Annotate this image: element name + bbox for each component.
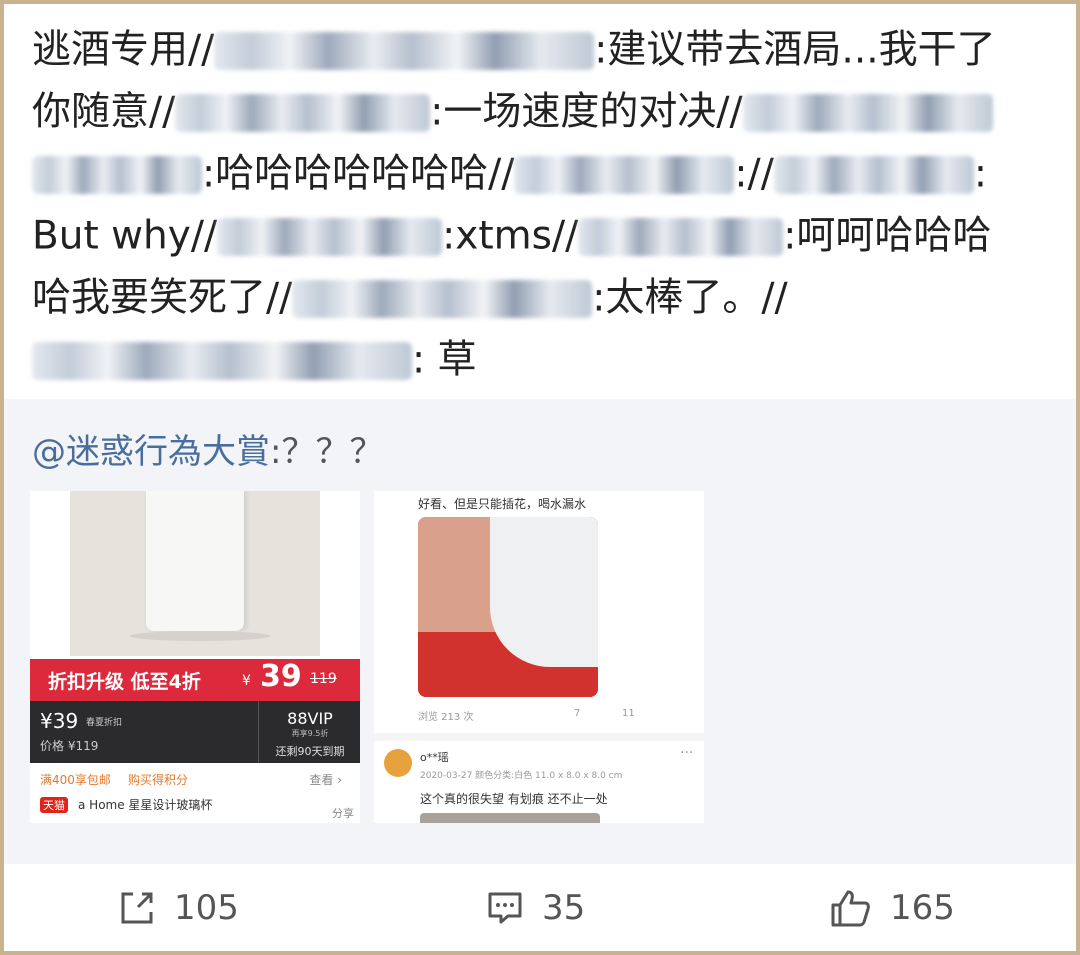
post-line: 哈我要笑死了// :太棒了。// [32,266,1042,328]
comment-count: 35 [542,888,586,928]
shipping-note: 满400享包邮 [40,773,111,787]
more-options-icon: ··· [680,745,694,761]
blurred-username [773,155,974,194]
post-line: : 草 [32,328,1042,390]
current-price: ¥39 [40,709,79,733]
product-info: 满400享包邮 购买得积分 查看 › 天猫 a Home 星星设计玻璃杯 分享 [30,763,360,823]
share-count: 105 [174,888,239,928]
post-text-segment: :哈哈哈哈哈哈哈// [202,151,515,197]
comment-button[interactable]: 35 [486,884,585,932]
like-count-small: 11 [622,708,635,719]
vip-box: 88VIP 再享9.5折 还剩90天到期 [258,701,360,763]
vip-note: 还剩90天到期 [275,745,345,758]
review-comment: 这个真的很失望 有划痕 还不止一处 [420,792,608,806]
review-photo [418,517,598,697]
share-icon [121,892,153,924]
post-text-segment: : [973,151,987,197]
currency-symbol: ¥ [242,673,251,689]
price-label: 价格 ¥119 [40,739,99,753]
promo-text: 折扣升级 低至4折 [48,671,201,693]
price-tag: 春夏折扣 [86,718,123,728]
post-text-segment: :呵呵哈哈哈 [783,213,992,259]
post-line: But why// :xtms// :呵呵哈哈哈 [32,204,1042,266]
vip-label: 88VIP [287,709,333,728]
promo-banner: 折扣升级 低至4折 ¥ 39 119 [30,659,360,701]
share-button[interactable]: 105 [118,884,239,932]
mention-link[interactable]: @迷惑行為大賞 [32,432,270,472]
repost-text: :？？？ [270,432,384,472]
view-count: 浏览 213 次 [418,712,474,723]
cup-image [146,491,244,631]
post-text-segment: :太棒了。// [592,275,788,321]
price-bar: ¥39 春夏折扣 价格 ¥119 88VIP 再享9.5折 还剩90天到期 [30,701,360,763]
repost-title: @迷惑行為大賞:？？？ [32,424,383,473]
review-meta: 2020-03-27 颜色分类:白色 11.0 x 8.0 x 8.0 cm [420,771,623,781]
vip-discount: 再享9.5折 [291,729,329,738]
post-text-segment: :建议带去酒局...我干了 [594,27,996,73]
like-count: 165 [890,888,955,928]
promo-price: 39 [260,659,302,694]
post-line: :哈哈哈哈哈哈哈// ://: [32,142,1042,204]
repost-image-review[interactable]: 好看、但是只能插花，喝水漏水 浏览 213 次 7 11 o**瑶 2020-0… [374,491,704,823]
cup-shadow [130,631,270,641]
post-text-segment: :// [734,151,774,197]
blurred-username [292,279,593,318]
avatar [384,749,412,777]
comment-count-small: 7 [574,708,581,719]
blurred-username [214,31,595,70]
post-text-segment: 你随意// [32,89,176,135]
photo-cup [490,517,598,667]
more-link: 查看 › [309,773,342,787]
like-button[interactable]: 165 [830,884,955,932]
divider [374,733,704,741]
product-name: a Home 星星设计玻璃杯 [78,798,213,812]
post-text-segment: But why// [32,213,218,259]
post-line: 逃酒专用// :建议带去酒局...我干了 [32,18,1042,80]
share-label: 分享 [332,807,354,820]
comment-icon [488,892,522,924]
blurred-username [514,155,735,194]
blurred-username [742,93,993,132]
blurred-username [32,155,202,194]
post-line: 你随意// :一场速度的对决// [32,80,1042,142]
post-text-segment: :xtms// [442,213,579,259]
post-text-segment: :一场速度的对决// [430,89,743,135]
store-badge: 天猫 [40,797,68,813]
post-text-segment: 哈我要笑死了// [32,275,293,321]
post-text-segment: : 草 [412,337,477,383]
thumbs-up-icon [831,890,870,927]
points-note: 购买得积分 [128,773,189,787]
blurred-username [175,93,431,132]
review-thumbnail [420,813,600,823]
repost-image-product[interactable]: 折扣升级 低至4折 ¥ 39 119 ¥39 春夏折扣 价格 ¥119 88VI… [30,491,360,823]
review-caption: 好看、但是只能插花，喝水漏水 [418,497,587,511]
blurred-username [217,217,443,256]
action-bar: 105 35 165 [4,864,1076,951]
reposted-content[interactable]: @迷惑行為大賞:？？？ 折扣升级 低至4折 ¥ 39 119 ¥39 春夏折扣 … [4,399,1076,864]
blurred-username [578,217,784,256]
post-text-segment: 逃酒专用// [32,27,215,73]
reviewer-name: o**瑶 [420,751,449,764]
blurred-username [32,341,412,380]
old-price: 119 [310,671,337,687]
post-text: 逃酒专用// :建议带去酒局...我干了 你随意// :一场速度的对决// :哈哈哈… [32,18,1042,390]
weibo-post-card: 逃酒专用// :建议带去酒局...我干了 你随意// :一场速度的对决// :哈哈哈… [4,4,1076,951]
